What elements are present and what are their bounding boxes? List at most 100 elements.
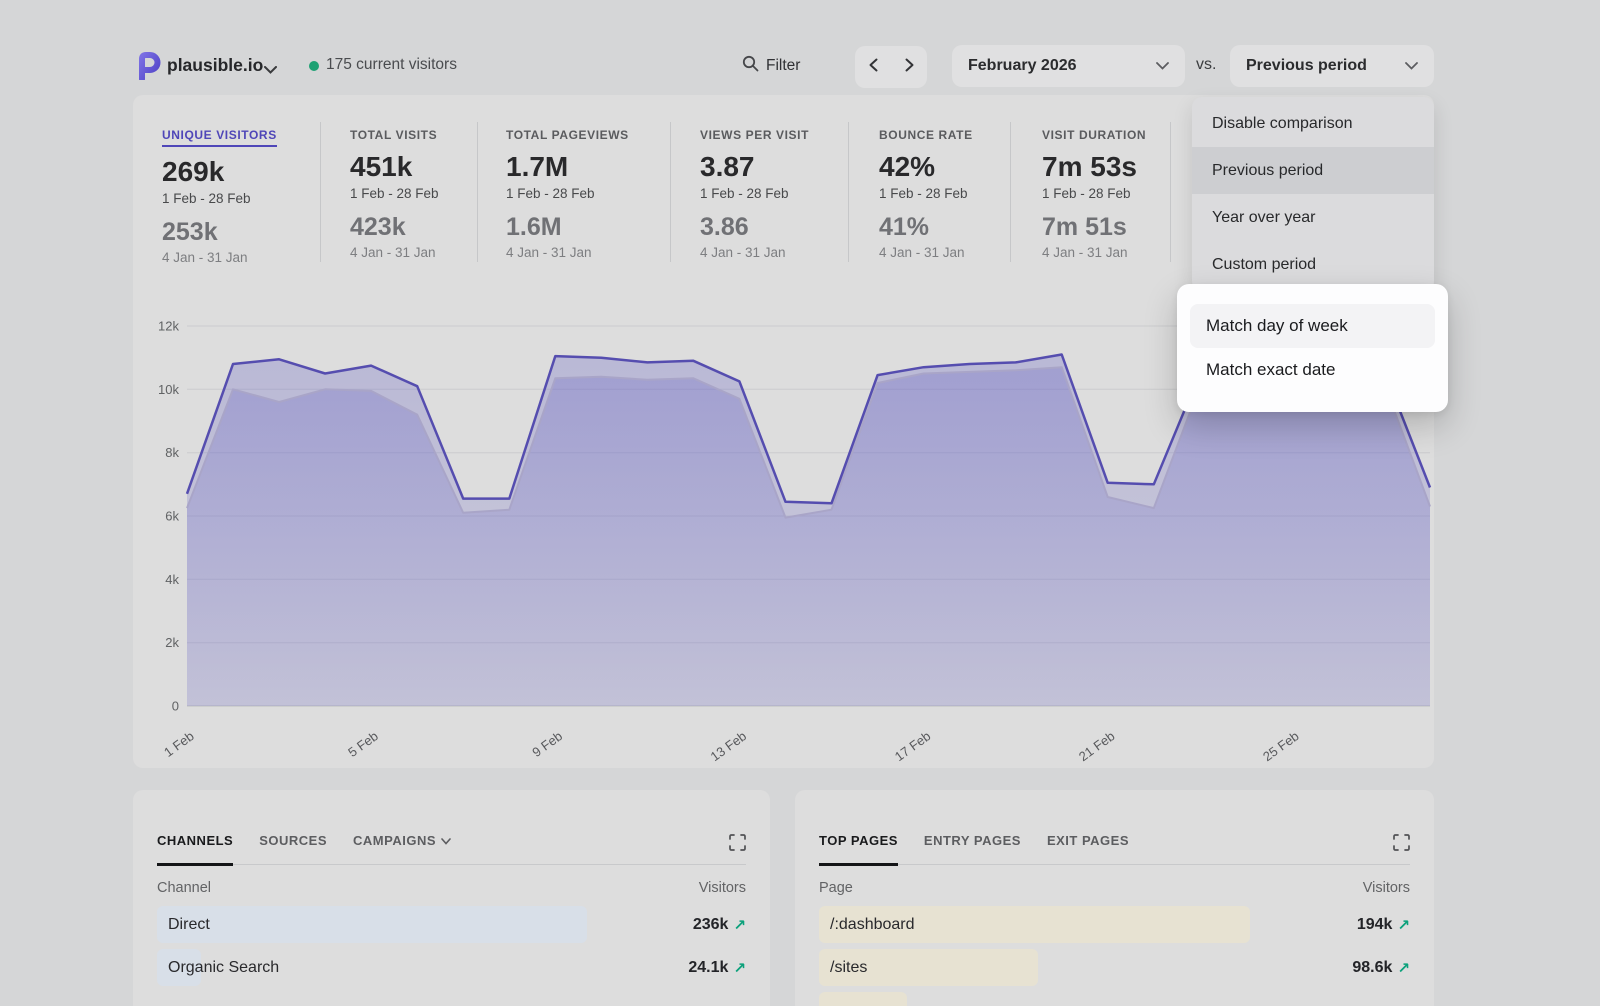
menu-item-custom-period[interactable]: Custom period	[1192, 241, 1434, 288]
svg-text:17 Feb: 17 Feb	[892, 728, 934, 764]
svg-text:21 Feb: 21 Feb	[1076, 728, 1118, 764]
stat-separator	[848, 122, 849, 262]
stat-value: 451k	[350, 151, 439, 183]
menu-item-year-over-year[interactable]: Year over year	[1192, 194, 1434, 241]
table-row[interactable]: /:dashboard 194k↗	[819, 906, 1410, 943]
column-header-page: Page	[819, 880, 853, 896]
stat-prev-period: 4 Jan - 31 Jan	[700, 245, 809, 260]
stat-unique-visitors[interactable]: UNIQUE VISITORS 269k 1 Feb - 28 Feb 253k…	[162, 128, 277, 265]
row-bar	[157, 906, 587, 943]
stat-period: 1 Feb - 28 Feb	[350, 186, 439, 201]
svg-text:4k: 4k	[165, 572, 179, 587]
table-row[interactable]: /sites 98.6k ↗	[819, 949, 1410, 986]
channels-column-headers: Channel Visitors	[157, 880, 746, 896]
stat-prev-value: 1.6M	[506, 213, 629, 242]
channels-tabs: CHANNELS SOURCES CAMPAIGNS	[157, 833, 746, 865]
chevron-down-icon	[1156, 57, 1169, 75]
expand-icon[interactable]	[1393, 834, 1410, 856]
tab-exit-pages[interactable]: EXIT PAGES	[1047, 833, 1129, 864]
stat-prev-value: 423k	[350, 213, 439, 242]
tab-campaigns[interactable]: CAMPAIGNS	[353, 833, 451, 864]
menu-item-previous-period[interactable]: Previous period	[1192, 147, 1434, 194]
tab-entry-pages[interactable]: ENTRY PAGES	[924, 833, 1021, 864]
menu-item-match-exact-date[interactable]: Match exact date	[1190, 348, 1435, 392]
stat-visit-duration[interactable]: VISIT DURATION 7m 53s 1 Feb - 28 Feb 7m …	[1042, 128, 1146, 260]
channels-rows: Direct 236k↗ Organic Search 24.1k↗	[157, 906, 746, 986]
pages-card: TOP PAGES ENTRY PAGES EXIT PAGES Page Vi…	[795, 790, 1434, 1006]
row-label: Direct	[168, 906, 210, 943]
stat-total-visits[interactable]: TOTAL VISITS 451k 1 Feb - 28 Feb 423k 4 …	[350, 128, 439, 260]
chevron-down-icon	[1405, 57, 1418, 75]
row-value: 98.6k	[1352, 959, 1392, 977]
next-period-arrow-button[interactable]	[905, 58, 914, 77]
svg-text:6k: 6k	[165, 509, 179, 524]
expand-icon[interactable]	[729, 834, 746, 856]
stat-separator	[1170, 122, 1171, 262]
trend-up-icon: ↗	[733, 916, 746, 934]
live-visitors-dot-icon	[309, 61, 319, 71]
stat-views-per-visit[interactable]: VIEWS PER VISIT 3.87 1 Feb - 28 Feb 3.86…	[700, 128, 809, 260]
tab-top-pages[interactable]: TOP PAGES	[819, 833, 898, 866]
current-visitors-count[interactable]: 175 current visitors	[326, 56, 457, 74]
stat-label: UNIQUE VISITORS	[162, 128, 277, 147]
svg-text:2k: 2k	[165, 635, 179, 650]
menu-item-disable-comparison[interactable]: Disable comparison	[1192, 100, 1434, 147]
comparison-picker[interactable]: Previous period	[1230, 45, 1434, 87]
stat-prev-period: 4 Jan - 31 Jan	[1042, 245, 1146, 260]
tab-channels[interactable]: CHANNELS	[157, 833, 233, 866]
stat-label: VISIT DURATION	[1042, 128, 1146, 142]
stat-separator	[320, 122, 321, 262]
svg-text:5 Feb: 5 Feb	[345, 728, 381, 760]
site-name[interactable]: plausible.io	[167, 55, 263, 76]
table-row[interactable]: Direct 236k↗	[157, 906, 746, 943]
date-nav-arrows	[855, 46, 927, 88]
stat-period: 1 Feb - 28 Feb	[162, 191, 277, 206]
svg-text:25 Feb: 25 Feb	[1260, 728, 1302, 764]
stat-value: 42%	[879, 151, 973, 183]
comparison-selected-label: Previous period	[1246, 57, 1367, 75]
stat-value: 1.7M	[506, 151, 629, 183]
stat-prev-value: 253k	[162, 218, 277, 247]
tab-sources[interactable]: SOURCES	[259, 833, 327, 864]
column-header-channel: Channel	[157, 880, 211, 896]
svg-text:1 Feb: 1 Feb	[161, 728, 197, 760]
trend-up-icon: ↗	[1397, 959, 1410, 977]
row-value: 24.1k	[688, 959, 728, 977]
chevron-down-icon[interactable]	[264, 61, 277, 79]
filter-button[interactable]: Filter	[742, 55, 800, 77]
date-range-picker[interactable]: February 2026	[952, 45, 1185, 87]
svg-text:10k: 10k	[158, 382, 179, 397]
match-mode-popup: Match day of week Match exact date	[1177, 284, 1448, 412]
stat-period: 1 Feb - 28 Feb	[1042, 186, 1146, 201]
stat-prev-period: 4 Jan - 31 Jan	[162, 250, 277, 265]
stat-period: 1 Feb - 28 Feb	[700, 186, 809, 201]
channels-card: CHANNELS SOURCES CAMPAIGNS Channel Visit…	[133, 790, 770, 1006]
table-row	[819, 992, 1410, 1006]
stat-prev-period: 4 Jan - 31 Jan	[506, 245, 629, 260]
table-row[interactable]: Organic Search 24.1k↗	[157, 949, 746, 986]
stat-total-pageviews[interactable]: TOTAL PAGEVIEWS 1.7M 1 Feb - 28 Feb 1.6M…	[506, 128, 629, 260]
row-value: 194k	[1357, 916, 1393, 934]
vs-label: vs.	[1196, 56, 1216, 74]
stat-label: BOUNCE RATE	[879, 128, 973, 142]
pages-rows: /:dashboard 194k↗ /sites 98.6k ↗	[819, 906, 1410, 1006]
stat-prev-value: 3.86	[700, 213, 809, 242]
stat-value: 269k	[162, 156, 277, 188]
stat-bounce-rate[interactable]: BOUNCE RATE 42% 1 Feb - 28 Feb 41% 4 Jan…	[879, 128, 973, 260]
stat-label: VIEWS PER VISIT	[700, 128, 809, 142]
stat-separator	[1010, 122, 1011, 262]
row-value: 236k	[693, 916, 729, 934]
stat-separator	[670, 122, 671, 262]
row-label: Organic Search	[168, 949, 279, 986]
column-header-visitors: Visitors	[699, 880, 746, 896]
row-label: /:dashboard	[830, 906, 915, 943]
stat-value: 3.87	[700, 151, 809, 183]
menu-item-match-day-of-week[interactable]: Match day of week	[1190, 304, 1435, 348]
tab-campaigns-label: CAMPAIGNS	[353, 833, 436, 848]
column-header-visitors: Visitors	[1363, 880, 1410, 896]
svg-text:12k: 12k	[158, 320, 179, 334]
svg-text:9 Feb: 9 Feb	[529, 728, 565, 760]
svg-text:0: 0	[172, 699, 179, 714]
prev-period-arrow-button[interactable]	[869, 58, 878, 77]
row-label: /sites	[830, 949, 867, 986]
